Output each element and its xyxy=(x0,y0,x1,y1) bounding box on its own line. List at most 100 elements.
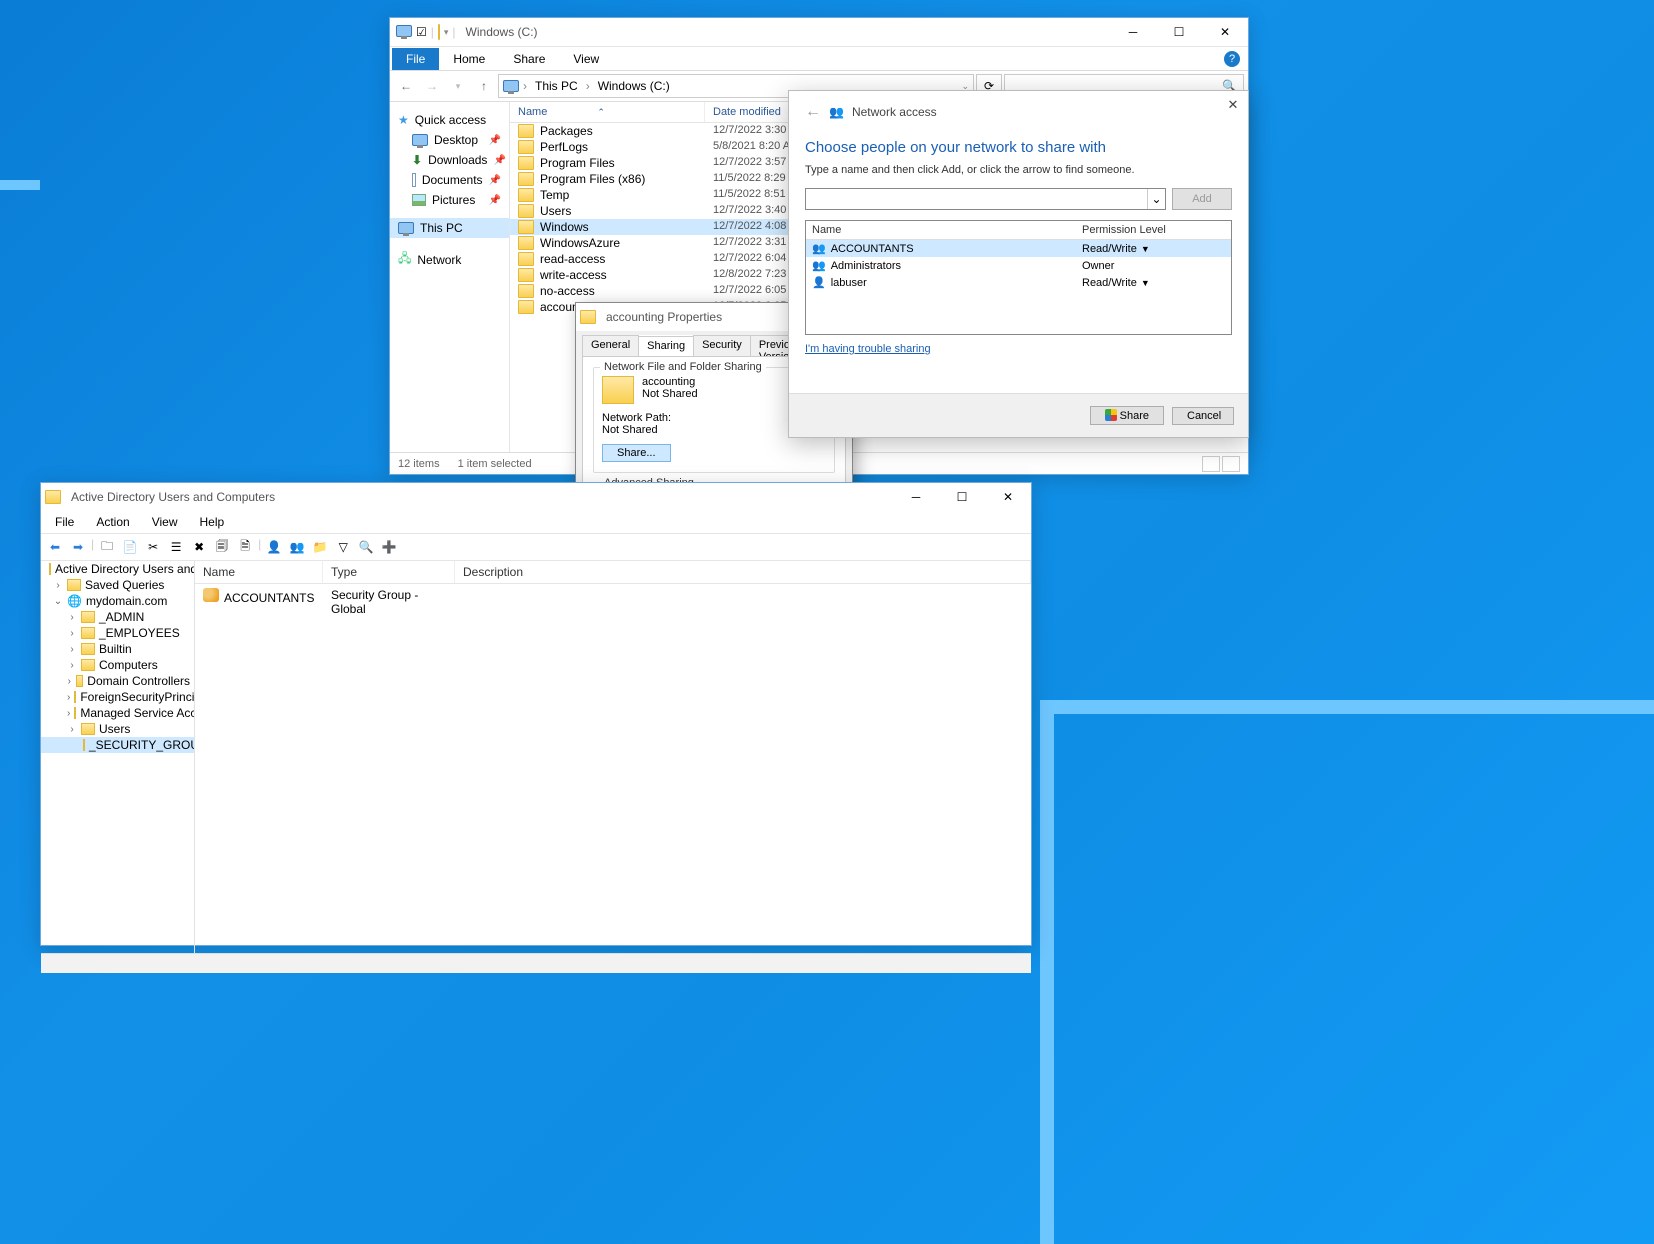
downloads-icon: ⬇ xyxy=(412,153,422,167)
person-row[interactable]: 👤labuserRead/Write ▼ xyxy=(806,274,1231,291)
list-row[interactable]: ACCOUNTANTSSecurity Group - Global xyxy=(195,584,1031,620)
back-button[interactable]: ← xyxy=(805,103,821,121)
help-icon[interactable]: ? xyxy=(1224,51,1240,67)
col-name[interactable]: Name⌃ xyxy=(510,102,705,122)
tab-sharing[interactable]: Sharing xyxy=(638,336,694,357)
nav-this-pc[interactable]: This PC xyxy=(390,218,509,238)
view-large-icons-button[interactable] xyxy=(1222,456,1240,472)
nav-forward-button[interactable]: → xyxy=(420,74,444,98)
close-button[interactable]: ✕ xyxy=(1224,96,1242,114)
tab-share[interactable]: Share xyxy=(499,48,559,70)
qat-dropdown-icon[interactable]: ▾ xyxy=(444,27,449,38)
tree-root[interactable]: Active Directory Users and Com xyxy=(41,561,194,577)
up-level-button[interactable]: 🗀 xyxy=(97,537,117,557)
tab-general[interactable]: General xyxy=(582,335,639,356)
person-row[interactable]: 👥AdministratorsOwner xyxy=(806,257,1231,274)
permission-cell[interactable]: Read/Write ▼ xyxy=(1076,274,1231,291)
share-button[interactable]: Share... xyxy=(602,444,671,462)
tree-node[interactable]: ›ForeignSecurityPrincipals xyxy=(41,689,194,705)
tree-node[interactable]: ›Computers xyxy=(41,657,194,673)
tree-label: _ADMIN xyxy=(99,610,144,624)
view-details-button[interactable] xyxy=(1202,456,1220,472)
trouble-link[interactable]: I'm having trouble sharing xyxy=(789,335,947,363)
tree-node[interactable]: ›Domain Controllers xyxy=(41,673,194,689)
refresh-button[interactable]: 🗐 xyxy=(212,537,232,557)
menu-view[interactable]: View xyxy=(142,513,188,531)
tab-file[interactable]: File xyxy=(392,48,439,70)
tree-node[interactable]: ›Users xyxy=(41,721,194,737)
delete-button[interactable]: ✖ xyxy=(189,537,209,557)
name-combo[interactable]: ⌄ xyxy=(805,188,1166,210)
nav-forward-button[interactable]: ➡ xyxy=(68,537,88,557)
nav-documents[interactable]: Documents📌 xyxy=(390,170,509,190)
nav-pictures[interactable]: Pictures📌 xyxy=(390,190,509,210)
add-to-group-button[interactable]: ➕ xyxy=(379,537,399,557)
col-permission[interactable]: Permission Level xyxy=(1076,221,1231,239)
tree-node[interactable]: _SECURITY_GROUP xyxy=(41,737,194,753)
tab-home[interactable]: Home xyxy=(439,48,499,70)
tree-label: ForeignSecurityPrincipals xyxy=(80,690,195,704)
combo-dropdown-icon[interactable]: ⌄ xyxy=(1147,189,1165,209)
new-folder-qat-icon[interactable] xyxy=(438,25,440,39)
cut-button[interactable]: ✂ xyxy=(143,537,163,557)
show-hide-tree-button[interactable]: 📄 xyxy=(120,537,140,557)
folder-icon xyxy=(580,309,596,325)
minimize-button[interactable]: ─ xyxy=(1110,18,1156,46)
properties-button[interactable]: ☰ xyxy=(166,537,186,557)
maximize-button[interactable]: ☐ xyxy=(1156,18,1202,46)
tree-node[interactable]: ›_ADMIN xyxy=(41,609,194,625)
folder-icon xyxy=(518,204,534,218)
breadcrumb-thispc[interactable]: This PC xyxy=(531,77,582,95)
menu-file[interactable]: File xyxy=(45,513,84,531)
person-row[interactable]: 👥ACCOUNTANTSRead/Write ▼ xyxy=(806,240,1231,257)
tree-node[interactable]: ›_EMPLOYEES xyxy=(41,625,194,641)
new-user-button[interactable]: 👤 xyxy=(264,537,284,557)
file-name: no-access xyxy=(540,284,595,298)
nav-recent-button[interactable]: ▾ xyxy=(446,74,470,98)
folder-icon xyxy=(518,268,534,282)
tree-domain[interactable]: ⌄🌐mydomain.com xyxy=(41,593,194,609)
maximize-button[interactable]: ☐ xyxy=(939,483,985,511)
export-list-button[interactable]: 🗎 xyxy=(235,537,255,557)
nav-network[interactable]: 🖧Network xyxy=(390,246,509,273)
col-type[interactable]: Type xyxy=(323,561,455,583)
ribbon-tab-strip: File Home Share View ? xyxy=(390,46,1248,70)
documents-icon xyxy=(412,173,416,187)
properties-qat-icon[interactable]: ☑ xyxy=(416,25,427,39)
tree-node[interactable]: ›Managed Service Accoun xyxy=(41,705,194,721)
col-name[interactable]: Name xyxy=(195,561,323,583)
tree-pane: Active Directory Users and Com ›Saved Qu… xyxy=(41,561,195,953)
cancel-button[interactable]: Cancel xyxy=(1172,407,1234,425)
tree-node[interactable]: ›Builtin xyxy=(41,641,194,657)
status-item-count: 12 items xyxy=(398,458,440,470)
share-button[interactable]: Share xyxy=(1090,406,1164,425)
menu-action[interactable]: Action xyxy=(86,513,139,531)
tab-security[interactable]: Security xyxy=(693,335,751,356)
tree-saved-queries[interactable]: ›Saved Queries xyxy=(41,577,194,593)
col-name[interactable]: Name xyxy=(806,221,1076,239)
name-input[interactable] xyxy=(806,189,1147,209)
network-access-dialog: ✕ ← 👥 Network access Choose people on yo… xyxy=(788,90,1249,438)
people-icon: 👥 xyxy=(829,105,844,119)
minimize-button[interactable]: ─ xyxy=(893,483,939,511)
filter-button[interactable]: ▽ xyxy=(333,537,353,557)
new-ou-button[interactable]: 📁 xyxy=(310,537,330,557)
nav-downloads[interactable]: ⬇Downloads📌 xyxy=(390,150,509,170)
tab-view[interactable]: View xyxy=(559,48,613,70)
nav-desktop[interactable]: Desktop📌 xyxy=(390,130,509,150)
nav-up-button[interactable]: ↑ xyxy=(472,74,496,98)
find-button[interactable]: 🔍 xyxy=(356,537,376,557)
close-button[interactable]: ✕ xyxy=(985,483,1031,511)
menu-help[interactable]: Help xyxy=(190,513,235,531)
nav-back-button[interactable]: ← xyxy=(394,74,418,98)
nav-quick-access[interactable]: ★Quick access xyxy=(390,110,509,130)
permission-cell[interactable]: Read/Write ▼ xyxy=(1076,240,1231,257)
new-group-button[interactable]: 👥 xyxy=(287,537,307,557)
close-button[interactable]: ✕ xyxy=(1202,18,1248,46)
col-description[interactable]: Description xyxy=(455,561,1031,583)
user-icon: 👤 xyxy=(812,276,826,289)
breadcrumb-drive[interactable]: Windows (C:) xyxy=(594,77,674,95)
file-name: WindowsAzure xyxy=(540,236,620,250)
nav-back-button[interactable]: ⬅ xyxy=(45,537,65,557)
folder-icon xyxy=(81,643,95,655)
